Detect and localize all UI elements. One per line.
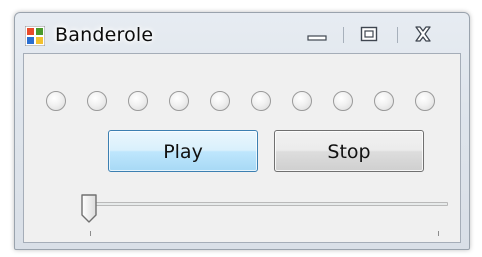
play-button[interactable]: Play [108,130,258,172]
caption-separator [397,27,398,43]
led-indicator [292,91,312,111]
led-indicator [128,91,148,111]
led-indicator [169,91,189,111]
led-indicator [415,91,435,111]
led-indicator [46,91,66,111]
maximize-button[interactable] [351,25,387,47]
close-button[interactable] [405,25,441,47]
close-icon [413,25,433,47]
main-window: Banderole Play Stop [14,12,470,250]
led-indicator [210,91,230,111]
maximize-icon [360,26,378,46]
led-indicator [87,91,107,111]
minimize-icon [307,27,327,46]
stop-button[interactable]: Stop [274,130,424,172]
slider-tick-min [90,231,91,236]
slider-track[interactable] [88,202,448,206]
caption-separator [343,27,344,43]
slider-thumb[interactable] [80,193,100,225]
window-title: Banderole [55,24,154,46]
client-area: Play Stop [23,53,461,243]
minimize-button[interactable] [299,25,335,47]
led-row [46,91,466,117]
led-indicator [251,91,271,111]
led-indicator [333,91,353,111]
led-indicator [374,91,394,111]
app-icon[interactable] [24,25,46,47]
slider-tick-max [438,231,439,236]
